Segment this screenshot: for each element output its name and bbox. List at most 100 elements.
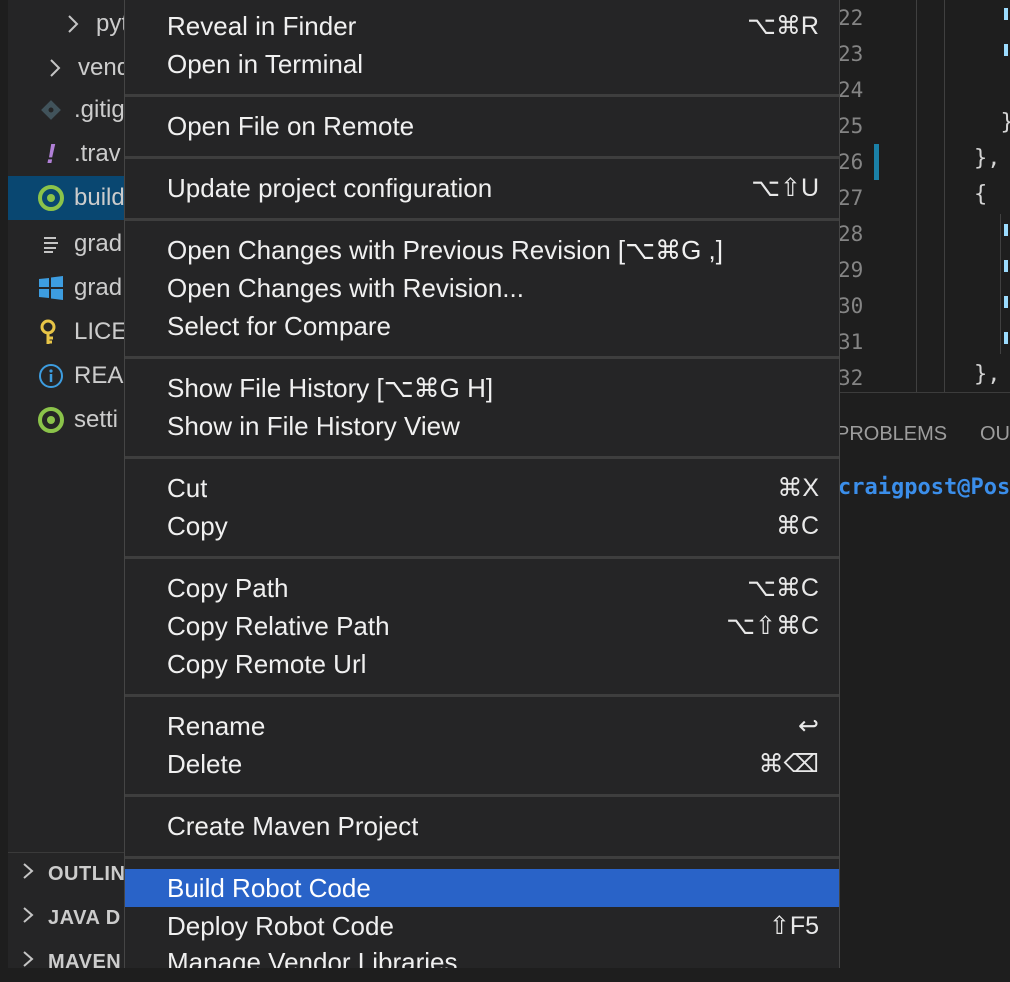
line-number: 23 <box>838 42 864 66</box>
menu-item-label: Cut <box>167 472 208 503</box>
tree-item-file-build-gradle[interactable]: build <box>8 176 126 220</box>
tree-item-label: LICE <box>74 318 126 345</box>
string-token <box>1004 44 1008 56</box>
menu-item-copy-remote-url[interactable]: Copy Remote Url <box>125 645 839 683</box>
line-number: 32 <box>838 366 864 390</box>
tab-output[interactable]: OU <box>980 423 1010 446</box>
tree-item-label: .trav <box>74 140 121 167</box>
menu-item-label: Show File History [⌥⌘G H] <box>167 372 494 403</box>
menu-separator <box>125 156 839 159</box>
menu-separator <box>125 694 839 697</box>
tree-item-file-license[interactable]: LICE <box>8 310 126 354</box>
lines-icon <box>36 229 66 259</box>
terminal-prompt[interactable]: craigpost@Post <box>838 475 1010 500</box>
menu-item-copy-relative-path[interactable]: Copy Relative Path ⌥⇧⌘C <box>125 607 839 645</box>
menu-item-open-in-terminal[interactable]: Open in Terminal <box>125 45 839 83</box>
menu-item-update-project-configuration[interactable]: Update project configuration ⌥⇧U <box>125 169 839 207</box>
menu-item-label: Show in File History View <box>167 410 460 441</box>
tree-item-file-gradlew-bat[interactable]: grad <box>8 266 126 310</box>
code-line: { <box>974 182 988 207</box>
section-header-label: OUTLINE <box>48 862 126 885</box>
menu-item-deploy-robot-code[interactable]: Deploy Robot Code ⇧F5 <box>125 907 839 945</box>
menu-separator <box>125 556 839 559</box>
windows-icon <box>36 273 66 303</box>
menu-item-shortcut: ⇧F5 <box>768 912 819 940</box>
code-line: } <box>974 110 1010 135</box>
bottom-panel: PROBLEMS OU craigpost@Post <box>838 392 1010 969</box>
menu-item-open-file-on-remote[interactable]: Open File on Remote <box>125 107 839 145</box>
section-header-outline[interactable]: OUTLINE <box>8 854 126 894</box>
section-header-java-dependencies[interactable]: JAVA D <box>8 898 126 938</box>
indent-guide <box>916 0 917 392</box>
tree-item-file-travis[interactable]: ! .trav <box>8 132 126 176</box>
tree-item-file-settings-gradle[interactable]: setti <box>8 398 126 442</box>
menu-item-label: Deploy Robot Code <box>167 910 394 941</box>
menu-item-label: Copy <box>167 510 228 541</box>
menu-item-label: Build Robot Code <box>167 872 371 903</box>
chevron-right-icon <box>40 53 70 83</box>
menu-item-shortcut: ⌘⌫ <box>758 750 819 778</box>
section-header-maven[interactable]: MAVEN <box>8 942 126 982</box>
menu-item-copy[interactable]: Copy ⌘C <box>125 507 839 545</box>
menu-item-label: Delete <box>167 748 243 779</box>
tree-item-label: setti <box>74 406 119 433</box>
menu-item-delete[interactable]: Delete ⌘⌫ <box>125 745 839 783</box>
menu-item-label: Open File on Remote <box>167 110 415 141</box>
tree-item-folder-vendor[interactable]: vend <box>8 46 126 90</box>
tree-item-folder-pyt[interactable]: pyt <box>8 2 126 46</box>
menu-item-create-maven-project[interactable]: Create Maven Project <box>125 807 839 845</box>
menu-separator <box>125 356 839 359</box>
git-icon <box>36 95 66 125</box>
section-header-label: MAVEN <box>48 950 122 973</box>
tree-item-label: grad <box>74 274 123 301</box>
menu-item-label: Open Changes with Previous Revision [⌥⌘G… <box>167 234 723 265</box>
menu-item-shortcut: ⌘C <box>775 512 819 540</box>
menu-separator <box>125 218 839 221</box>
menu-item-manage-vendor-libraries[interactable]: Manage Vendor Libraries <box>125 943 839 969</box>
string-token <box>1004 296 1008 308</box>
explorer-sidebar: pyt vend .gitig ! .trav build grad grad <box>8 0 126 973</box>
menu-item-open-changes-previous-revision[interactable]: Open Changes with Previous Revision [⌥⌘G… <box>125 231 839 269</box>
string-token <box>1004 224 1008 236</box>
menu-item-reveal-in-finder[interactable]: Reveal in Finder ⌥⌘R <box>125 7 839 45</box>
tree-item-file-readme[interactable]: REA <box>8 354 126 398</box>
section-header-label: JAVA D <box>48 906 121 929</box>
menu-item-cut[interactable]: Cut ⌘X <box>125 469 839 507</box>
menu-item-label: Copy Remote Url <box>167 648 367 679</box>
menu-item-select-for-compare[interactable]: Select for Compare <box>125 307 839 345</box>
line-number: 25 <box>838 114 864 138</box>
info-icon <box>36 361 66 391</box>
menu-item-shortcut: ⌥⇧U <box>751 174 819 202</box>
exclamation-icon: ! <box>46 138 56 169</box>
menu-item-shortcut: ⌥⇧⌘C <box>726 612 819 640</box>
modified-line-marker <box>874 144 879 180</box>
menu-item-label: Rename <box>167 710 266 741</box>
menu-item-rename[interactable]: Rename ↩ <box>125 707 839 745</box>
menu-item-label: Update project configuration <box>167 172 493 203</box>
sidebar-divider <box>8 852 126 853</box>
string-token <box>1004 8 1008 20</box>
line-number: 26 <box>838 150 864 174</box>
tree-item-label: .gitig <box>74 96 125 123</box>
chevron-right-icon <box>8 950 48 974</box>
menu-item-label: Select for Compare <box>167 310 391 341</box>
code-line: }, <box>974 146 1001 171</box>
tree-item-file-gitignore[interactable]: .gitig <box>8 88 126 132</box>
menu-separator <box>125 456 839 459</box>
menu-item-show-file-history[interactable]: Show File History [⌥⌘G H] <box>125 369 839 407</box>
code-editor[interactable]: 22 23 24 25 26 27 28 29 30 31 32 } }, { … <box>838 0 1010 392</box>
tree-item-label: vend <box>78 54 126 81</box>
menu-item-label: Copy Path <box>167 572 289 603</box>
line-number: 22 <box>838 6 864 30</box>
menu-item-label: Copy Relative Path <box>167 610 390 641</box>
menu-item-open-changes-with-revision[interactable]: Open Changes with Revision... <box>125 269 839 307</box>
chevron-right-icon <box>8 906 48 930</box>
menu-item-copy-path[interactable]: Copy Path ⌥⌘C <box>125 569 839 607</box>
indent-guide <box>1000 214 1001 354</box>
menu-item-show-in-file-history-view[interactable]: Show in File History View <box>125 407 839 445</box>
tree-item-file-gradlew[interactable]: grad <box>8 222 126 266</box>
menu-item-build-robot-code[interactable]: Build Robot Code <box>125 869 839 907</box>
tab-problems[interactable]: PROBLEMS <box>838 423 947 446</box>
menu-item-shortcut: ↩ <box>798 712 819 740</box>
menu-separator <box>125 94 839 97</box>
